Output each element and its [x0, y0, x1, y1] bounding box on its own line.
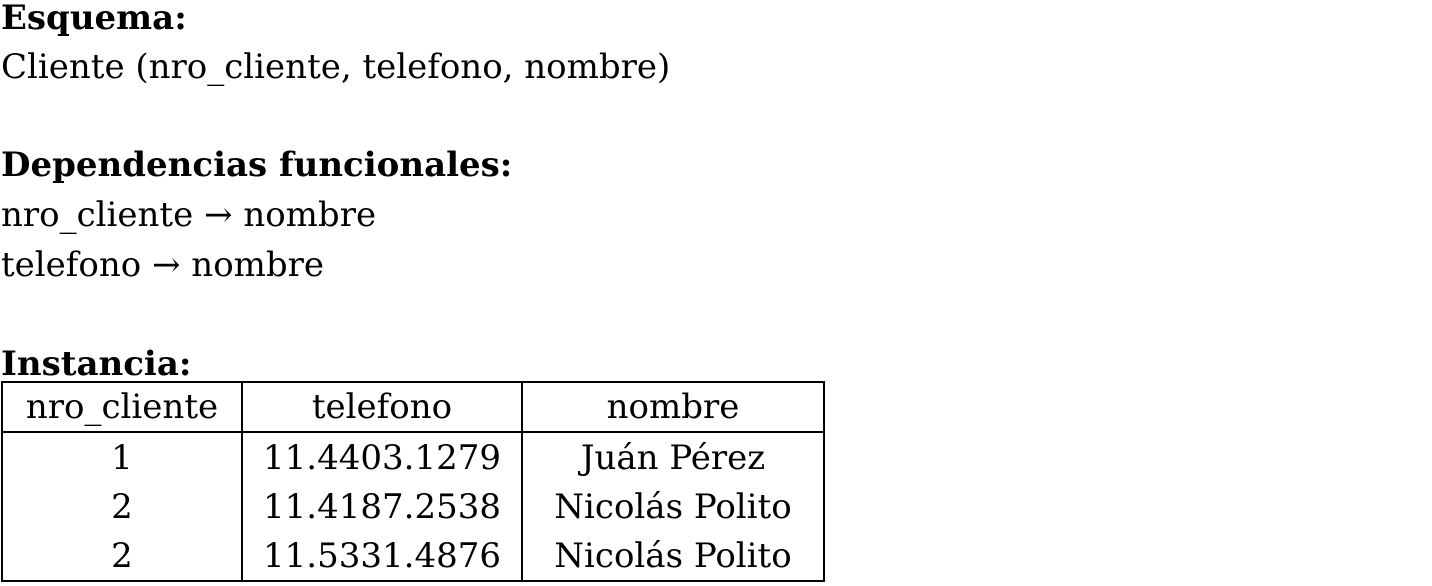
cell-nombre: Nicolás Polito: [521, 531, 825, 582]
dependency-item: telefono → nombre: [1, 245, 325, 285]
cell-nro-cliente: 2: [1, 482, 243, 531]
column-header-nro-cliente: nro_cliente: [1, 381, 243, 433]
cell-telefono: 11.4187.2538: [241, 482, 523, 531]
column-header-nombre: nombre: [521, 381, 825, 433]
schema-heading: Esquema:: [1, 0, 187, 38]
table-row: 1 11.4403.1279 Juán Pérez: [1, 432, 825, 482]
table-row: 2 11.5331.4876 Nicolás Polito: [1, 531, 825, 582]
instance-table: nro_cliente telefono nombre 1 11.4403.12…: [1, 381, 825, 582]
table-row: 2 11.4187.2538 Nicolás Polito: [1, 482, 825, 531]
cell-nombre: Nicolás Polito: [521, 482, 825, 531]
dependency-item: nro_cliente → nombre: [1, 195, 377, 235]
cell-nro-cliente: 1: [1, 432, 243, 482]
cell-nro-cliente: 2: [1, 531, 243, 582]
schema-relation: Cliente (nro_cliente, telefono, nombre): [1, 47, 671, 87]
table-header-row: nro_cliente telefono nombre: [1, 381, 825, 433]
cell-telefono: 11.4403.1279: [241, 432, 523, 482]
cell-nombre: Juán Pérez: [521, 432, 825, 482]
cell-telefono: 11.5331.4876: [241, 531, 523, 582]
column-header-telefono: telefono: [241, 381, 523, 433]
dependencies-heading: Dependencias funcionales:: [1, 145, 513, 185]
instance-heading: Instancia:: [1, 344, 192, 384]
